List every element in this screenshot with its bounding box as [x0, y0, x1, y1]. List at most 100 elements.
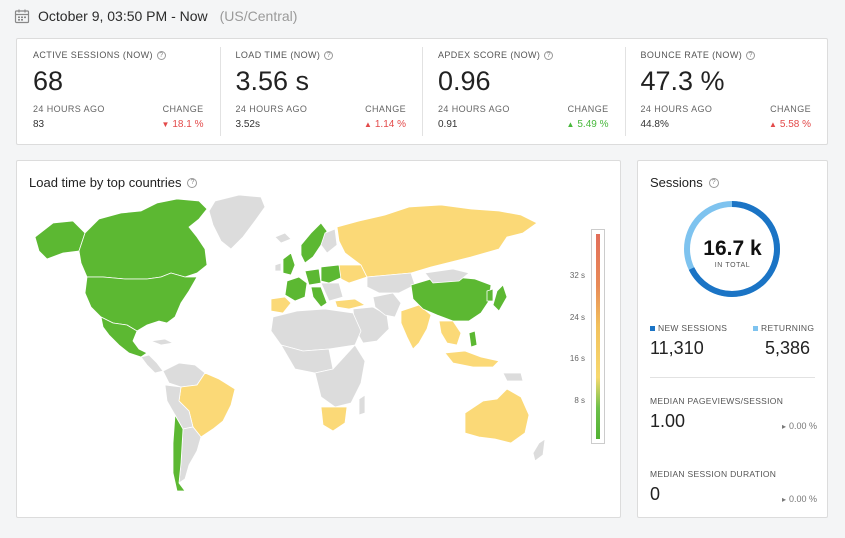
kpi-change-value: 5.49 %	[577, 119, 609, 130]
kpi-change: ▲ 5.49 %	[566, 119, 608, 130]
scale-label-24: 24 s	[569, 313, 585, 322]
timezone-label: (US/Central)	[219, 8, 298, 24]
kpi-change-label: CHANGE	[567, 104, 609, 114]
help-icon[interactable]: ?	[187, 177, 198, 188]
map-country-new-zealand[interactable]	[532, 438, 546, 462]
kpi-value: 68	[33, 66, 64, 96]
kpi-load-time: LOAD TIME (NOW)? 3.56 s 24 HOURS AGO CHAN…	[219, 39, 423, 144]
map-country-indonesia[interactable]	[444, 350, 500, 368]
arrow-up-icon: ▲	[363, 120, 372, 129]
legend-new: NEW SESSIONS	[650, 323, 727, 333]
kpi-change-value: 5.58 %	[779, 119, 811, 130]
kpi-change: ▲ 5.58 %	[769, 119, 811, 130]
duration-label: MEDIAN SESSION DURATION	[650, 469, 777, 479]
kpi-change: ▲ 1.14 %	[364, 119, 406, 130]
scale-gradient	[596, 234, 600, 439]
new-sessions-label: NEW SESSIONS	[658, 323, 728, 333]
kpi-title: ACTIVE SESSIONS (NOW)	[33, 50, 153, 60]
duration-change: ▸ 0.00 %	[782, 494, 817, 504]
map-country-australia[interactable]	[464, 388, 530, 444]
kpi-prev-label: 24 HOURS AGO	[438, 104, 510, 114]
map-country-uk[interactable]	[282, 252, 296, 276]
help-icon[interactable]: ?	[156, 50, 166, 60]
help-icon[interactable]: ?	[544, 50, 554, 60]
scale-label-32: 32 s	[569, 271, 585, 280]
duration-value: 0	[650, 484, 661, 504]
map-country-papua[interactable]	[502, 372, 524, 382]
kpi-change: ▼ 18.1 %	[161, 119, 203, 130]
arrow-up-icon: ▲	[768, 120, 777, 129]
help-icon[interactable]: ?	[708, 177, 719, 188]
legend-returning: RETURNING	[753, 323, 814, 333]
map-country-russia[interactable]	[336, 204, 538, 278]
world-map[interactable]	[29, 193, 549, 503]
kpi-change-label: CHANGE	[770, 104, 811, 114]
kpi-value: 3.56 s	[235, 66, 310, 96]
kpi-change-label: CHANGE	[365, 104, 406, 114]
time-range-label[interactable]: October 9, 03:50 PM - Now	[38, 8, 208, 24]
returning-label: RETURNING	[761, 323, 815, 333]
new-sessions-value: 11,310	[650, 338, 704, 358]
kpi-bounce-rate: BOUNCE RATE (NOW)? 47.3 % 24 HOURS AGO CH…	[624, 39, 828, 144]
scale-label-8: 8 s	[574, 396, 585, 405]
map-title: Load time by top countries	[29, 175, 182, 190]
map-country-ireland[interactable]	[274, 262, 282, 272]
pageviews-label: MEDIAN PAGEVIEWS/SESSION	[650, 396, 784, 406]
load-time-map-card: Load time by top countries ? 32 s 24 s 1…	[16, 160, 621, 518]
map-country-iceland[interactable]	[274, 232, 292, 244]
load-time-scale	[591, 229, 605, 444]
map-country-france[interactable]	[284, 276, 308, 302]
kpi-summary-card: ACTIVE SESSIONS (NOW)? 68 24 HOURS AGO CH…	[16, 38, 828, 145]
map-country-philippines[interactable]	[468, 330, 478, 348]
new-sessions-swatch	[650, 325, 655, 331]
arrow-down-icon: ▼	[161, 120, 170, 129]
map-country-canada[interactable]	[78, 198, 208, 280]
sessions-card: Sessions ? 16.7 k IN TOTAL NEW SESSIONS …	[637, 160, 828, 518]
map-country-germany[interactable]	[304, 268, 322, 286]
map-country-madagascar[interactable]	[358, 394, 366, 416]
kpi-change-label: CHANGE	[162, 104, 204, 114]
returning-swatch	[753, 325, 758, 331]
kpi-prev-value: 0.91	[438, 119, 458, 130]
date-range-bar[interactable]: October 9, 03:50 PM - Now (US/Central)	[14, 4, 297, 28]
map-country-india[interactable]	[400, 304, 432, 350]
map-country-turkey[interactable]	[334, 298, 367, 310]
kpi-prev-label: 24 HOURS AGO	[33, 104, 105, 114]
map-country-kazakhstan[interactable]	[366, 272, 416, 294]
arrow-up-icon: ▲	[566, 120, 575, 129]
kpi-prev-value: 3.52s	[235, 119, 260, 130]
arrow-right-icon: ▸	[781, 421, 786, 431]
map-country-korea[interactable]	[486, 288, 494, 302]
kpi-change-value: 1.14 %	[374, 119, 406, 130]
help-icon[interactable]: ?	[324, 50, 334, 60]
kpi-prev-label: 24 HOURS AGO	[640, 104, 713, 114]
help-icon[interactable]: ?	[746, 50, 756, 60]
map-country-greenland[interactable]	[208, 194, 266, 250]
map-country-japan[interactable]	[492, 284, 508, 312]
sessions-total: 16.7 k	[703, 237, 762, 260]
kpi-value: 0.96	[438, 66, 491, 96]
sessions-title: Sessions	[650, 175, 703, 190]
kpi-prev-value: 83	[33, 119, 45, 130]
map-country-alaska[interactable]	[34, 220, 86, 260]
kpi-apdex-score: APDEX SCORE (NOW)? 0.96 24 HOURS AGO CHAN…	[422, 39, 625, 144]
kpi-title: APDEX SCORE (NOW)	[438, 50, 541, 60]
pageviews-value: 1.00	[650, 411, 686, 431]
map-country-southeast-asia[interactable]	[438, 320, 462, 346]
sessions-total-label: IN TOTAL	[714, 262, 751, 269]
returning-value: 5,386	[765, 338, 811, 358]
map-country-south-africa[interactable]	[320, 406, 348, 432]
kpi-value: 47.3 %	[640, 66, 725, 96]
map-country-north-africa[interactable]	[270, 308, 362, 352]
pageviews-change: ▸ 0.00 %	[782, 421, 817, 431]
map-country-spain[interactable]	[270, 296, 292, 314]
kpi-prev-label: 24 HOURS AGO	[235, 104, 308, 114]
kpi-change-value: 18.1 %	[172, 119, 204, 130]
calendar-icon[interactable]	[14, 8, 30, 24]
map-country-central-america[interactable]	[140, 354, 164, 374]
map-country-cuba[interactable]	[149, 338, 175, 346]
kpi-active-sessions: ACTIVE SESSIONS (NOW)? 68 24 HOURS AGO CH…	[17, 39, 220, 144]
kpi-title: LOAD TIME (NOW)	[235, 50, 321, 60]
divider	[650, 377, 815, 378]
duration-change-value: 0.00 %	[788, 494, 817, 504]
